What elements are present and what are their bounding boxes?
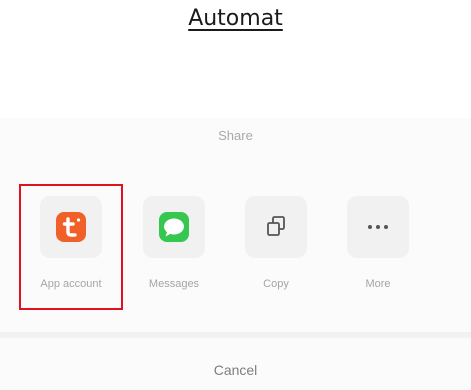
share-item-label: App account	[40, 278, 102, 290]
share-sheet-title: Share	[218, 128, 253, 143]
share-item-label: More	[365, 278, 391, 290]
share-item-messages[interactable]: Messages	[138, 196, 210, 296]
more-dots-icon	[368, 225, 388, 229]
messages-tile	[143, 196, 205, 258]
cancel-button[interactable]: Cancel	[160, 362, 311, 378]
share-item-label: Messages	[148, 278, 200, 290]
share-item-label: Copy	[263, 278, 289, 290]
more-tile	[347, 196, 409, 258]
page-heading: Automat	[188, 6, 283, 31]
share-item-copy[interactable]: Copy	[240, 196, 312, 296]
messages-icon	[159, 212, 189, 242]
copy-tile	[245, 196, 307, 258]
copy-icon	[267, 216, 285, 236]
app-account-tile	[40, 196, 102, 258]
divider	[0, 332, 471, 338]
share-item-app-account[interactable]: App account	[35, 196, 107, 296]
share-item-more[interactable]: More	[342, 196, 414, 296]
app-logo-icon	[56, 212, 86, 242]
